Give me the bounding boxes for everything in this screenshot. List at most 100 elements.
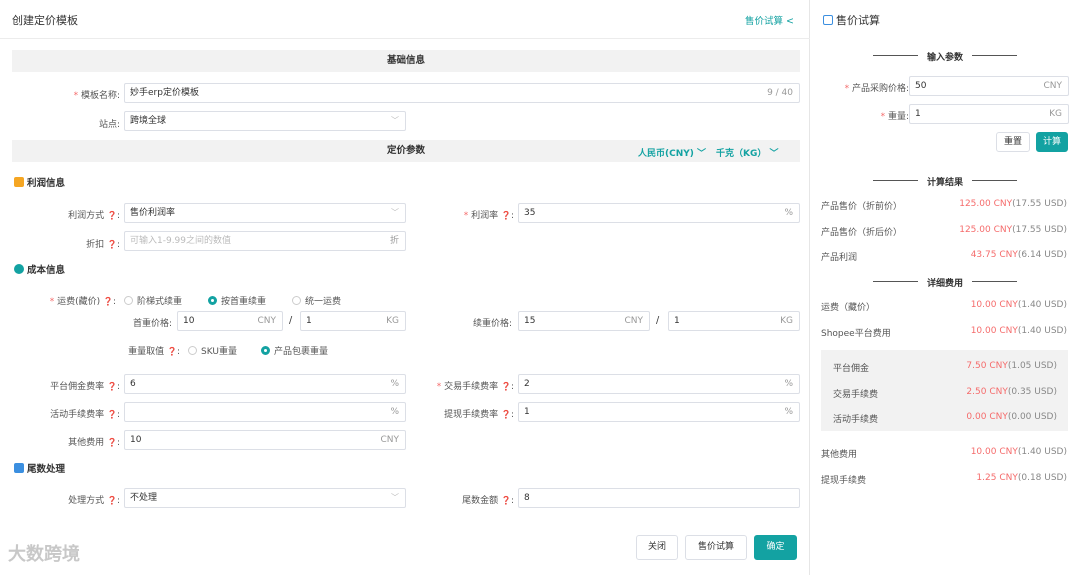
fee-row-label: 活动手续费 [833, 415, 879, 425]
fee-row-value: 7.50 CNY(1.05 USD) [966, 361, 1057, 371]
fee-row: 产品售价（折后价） 125.00 CNY(17.55 USD) [821, 225, 1067, 251]
fee-row-value: 125.00 CNY(17.55 USD) [959, 224, 1067, 235]
continued-weight-input[interactable]: 1 KG [668, 311, 800, 331]
char-count: 9 / 40 [767, 88, 793, 98]
divider [972, 281, 1017, 282]
help-icon: ❓ [166, 347, 177, 356]
rounding-title: 尾数处理 [14, 461, 65, 475]
other-fee-label: 其他费用 ❓: [68, 438, 120, 448]
watermark-logo: 大数跨境 [8, 544, 80, 565]
rounding-amount-input[interactable]: 8 [518, 488, 800, 508]
fee-row: 平台佣金 7.50 CNY(1.05 USD) [833, 361, 1057, 387]
fee-row-label: Shopee平台费用 [821, 328, 891, 339]
fee-row-label: 产品售价（折后价） [821, 227, 903, 238]
result-title: 计算结果 [926, 178, 963, 188]
platform-fee-label: 平台佣金费率 ❓: [50, 382, 120, 392]
radio-first-weight[interactable]: 按首重续重 [208, 294, 266, 307]
help-icon: ❓ [106, 410, 117, 419]
fee-list-2: 其他费用 10.00 CNY(1.40 USD) 提现手续费 1.25 CNY(0.1… [821, 447, 1067, 498]
help-icon: ❓ [500, 496, 511, 505]
divider [873, 55, 918, 56]
fee-row-label: 提现手续费 [821, 475, 867, 486]
withdraw-fee-input[interactable]: 1% [518, 402, 800, 422]
subfee-list: 平台佣金 7.50 CNY(1.05 USD) 交易手续费 2.50 CNY(0.35… [833, 361, 1057, 438]
other-fee-input[interactable]: 10 CNY [124, 430, 406, 450]
help-icon: ❓ [500, 382, 511, 391]
site-select[interactable]: 跨境全球 ﹀ [124, 111, 406, 131]
calc-weight-label: * 重量: [880, 112, 909, 122]
currency-select[interactable]: 人民币(CNY) ﹀ [638, 146, 706, 159]
fee-row-label: 产品利润 [821, 253, 858, 263]
radio-sku-weight[interactable]: SKU重量 [188, 344, 237, 357]
help-icon: ❓ [106, 496, 117, 505]
fee-row-value: 10.00 CNY(1.40 USD) [970, 300, 1067, 310]
page-title: 创建定价模板 [12, 14, 78, 27]
close-button[interactable]: 关闭 [636, 535, 678, 560]
fee-row-label: 其他费用 [821, 450, 858, 460]
help-icon: ❓ [500, 410, 511, 419]
fee-row: 提现手续费 1.25 CNY(0.18 USD) [821, 473, 1067, 499]
fee-row-value: 10.00 CNY(1.40 USD) [970, 447, 1067, 457]
price-calc-panel: 售价试算 输入参数 * 产品采购价格: 50 CNY * 重量: 1 KG 重置 计… [811, 0, 1080, 575]
shipping-label: * 运费(藏价) ❓: [49, 297, 116, 307]
fee-row: 交易手续费 2.50 CNY(0.35 USD) [833, 387, 1057, 413]
first-weight-price-input[interactable]: 10 CNY [177, 311, 283, 331]
input-params-title: 输入参数 [926, 53, 963, 63]
calc-weight-input[interactable]: 1 KG [909, 104, 1069, 124]
activity-fee-input[interactable]: % [124, 402, 406, 422]
price-calc-toggle-link[interactable]: 售价试算 < [745, 13, 794, 27]
divider [972, 55, 1017, 56]
help-icon: ❓ [106, 211, 117, 220]
first-weight-input[interactable]: 1 KG [300, 311, 406, 331]
radio-flat[interactable]: 统一运费 [292, 294, 341, 307]
cost-price-input[interactable]: 50 CNY [909, 76, 1069, 96]
price-calc-button[interactable]: 售价试算 [685, 535, 747, 560]
profit-icon [14, 177, 24, 187]
weight-value-label: 重量取值 ❓: [128, 347, 180, 357]
cost-price-label: * 产品采购价格: [844, 84, 909, 94]
radio-tiered[interactable]: 阶梯式续重 [124, 294, 182, 307]
weight-unit-select[interactable]: 千克（KG） ﹀ [716, 146, 779, 159]
fee-list: 运费（藏价） 10.00 CNY(1.40 USD) Shopee平台费用 10.00… [821, 300, 1067, 351]
slash: / [656, 315, 660, 326]
fee-row-label: 运费（藏价） [821, 303, 876, 313]
reset-button[interactable]: 重置 [996, 132, 1030, 152]
radio-icon [188, 346, 197, 355]
fee-row-label: 平台佣金 [833, 364, 870, 374]
rounding-method-select[interactable]: 不处理 ﹀ [124, 488, 406, 508]
header-divider [0, 38, 810, 39]
fee-row-value: 10.00 CNY(1.40 USD) [970, 325, 1067, 336]
continued-weight-price-input[interactable]: 15 CNY [518, 311, 650, 331]
compute-button[interactable]: 计算 [1036, 132, 1068, 152]
discount-input[interactable]: 可输入1-9.99之间的数值折 [124, 231, 406, 251]
radio-icon [292, 296, 301, 305]
basic-info-header: 基础信息 [12, 50, 800, 72]
cost-icon [14, 264, 24, 274]
profit-method-label: 利润方式 ❓: [68, 211, 120, 221]
fee-row-value: 0.00 CNY(0.00 USD) [966, 412, 1057, 422]
divider [972, 180, 1017, 181]
platform-fee-input[interactable]: 6% [124, 374, 406, 394]
first-weight-price-label: 首重价格: [132, 319, 172, 329]
fee-row-value: 43.75 CNY(6.14 USD) [970, 250, 1067, 260]
fee-row-value: 2.50 CNY(0.35 USD) [966, 386, 1057, 397]
fee-row: 运费（藏价） 10.00 CNY(1.40 USD) [821, 300, 1067, 326]
discount-label: 折扣 ❓: [86, 240, 120, 250]
radio-package-weight[interactable]: 产品包裹重量 [261, 344, 328, 357]
calc-panel-title: 售价试算 [823, 12, 880, 28]
fee-row: 产品利润 43.75 CNY(6.14 USD) [821, 250, 1067, 276]
rounding-icon [14, 463, 24, 473]
profit-method-select[interactable]: 售价利润率 ﹀ [124, 203, 406, 223]
trade-fee-input[interactable]: 2% [518, 374, 800, 394]
rounding-amount-label: 尾数金额 ❓: [462, 496, 514, 506]
trade-fee-label: * 交易手续费率 ❓: [436, 382, 514, 392]
fee-row: 其他费用 10.00 CNY(1.40 USD) [821, 447, 1067, 473]
confirm-button[interactable]: 确定 [754, 535, 797, 560]
profit-rate-input[interactable]: 35% [518, 203, 800, 223]
help-icon: ❓ [102, 297, 113, 306]
activity-fee-label: 活动手续费率 ❓: [50, 410, 120, 420]
slash: / [289, 315, 293, 326]
help-icon: ❓ [106, 240, 117, 249]
template-name-input[interactable]: 妙手erp定价模板 9 / 40 [124, 83, 800, 103]
radio-checked-icon [208, 296, 217, 305]
